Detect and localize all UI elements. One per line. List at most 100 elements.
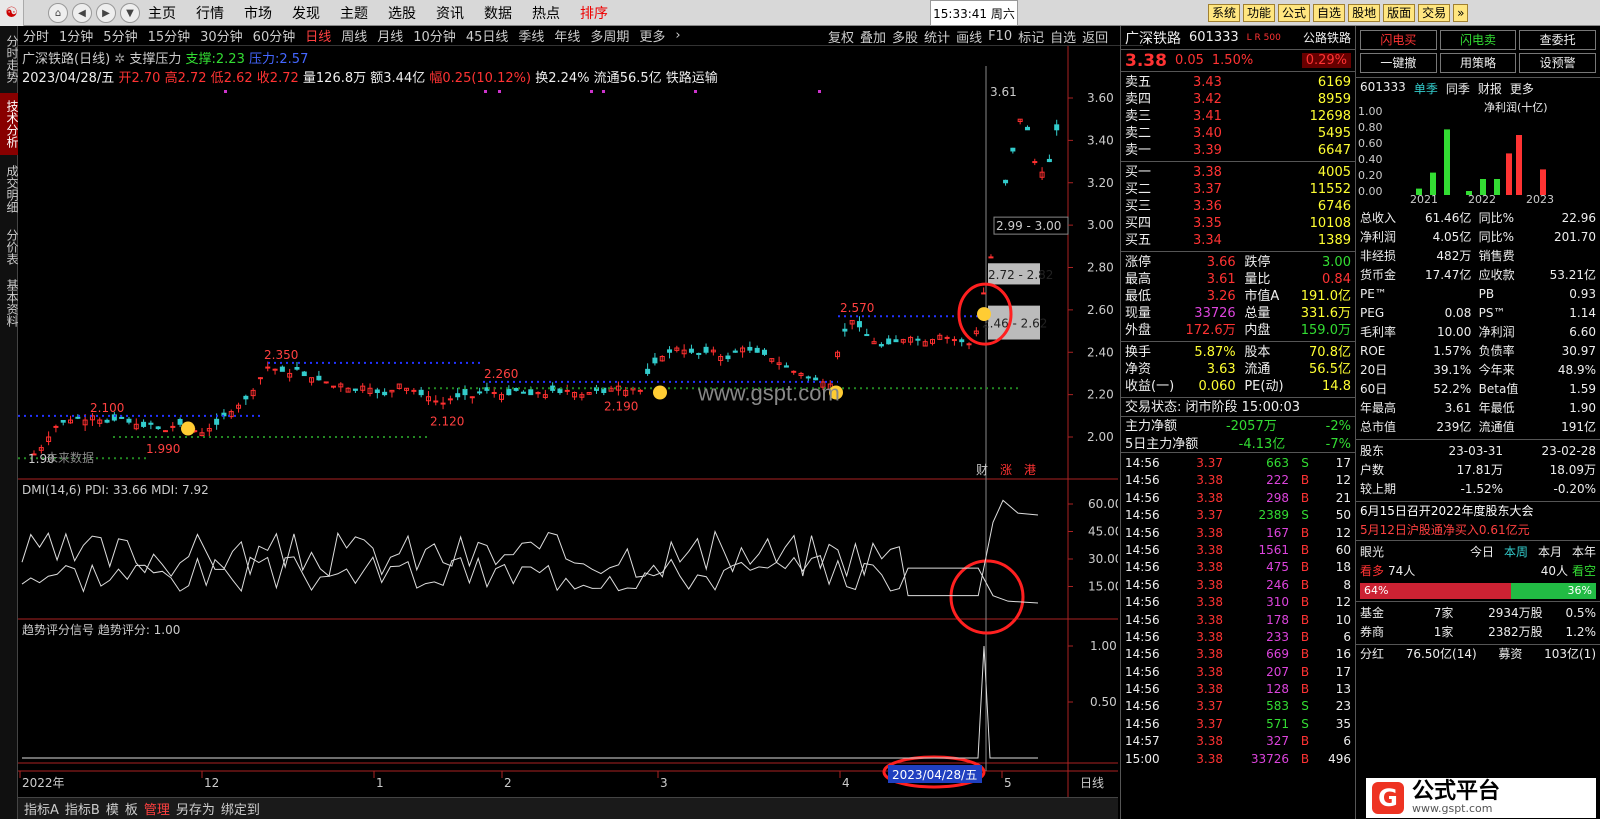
period-tab-2[interactable]: 5分钟 [103,26,137,45]
stat-value: 5.87% [1194,345,1236,360]
dropdown-icon[interactable]: ▼ [120,3,140,23]
period-tab-10[interactable]: 45日线 [466,26,509,45]
period-tab-8[interactable]: 月线 [377,26,403,45]
ask-row-2[interactable]: 卖三 3.41 12698 [1125,108,1351,125]
eye-tab-0[interactable]: 今日 [1470,543,1494,560]
bottom-tab-0[interactable]: 指标A [24,799,59,818]
bottom-tab-3[interactable]: 板 [125,799,138,818]
trade-button-0[interactable]: 闪电买 [1360,30,1437,50]
candle-body [257,377,263,380]
bid-row-4[interactable]: 买五 3.34 1389 [1125,232,1351,249]
toolbar-btn-6[interactable]: 标记 [1018,27,1044,46]
bid-row-0[interactable]: 买一 3.38 4005 [1125,164,1351,181]
system-button-1[interactable]: 功能 [1243,4,1276,22]
system-button-2[interactable]: 公式 [1278,4,1311,22]
fin-row-5: PEG 0.08 PS™ 1.14 [1360,304,1596,323]
toolbar-btn-0[interactable]: 复权 [828,27,854,46]
tick-count: 12 [1335,525,1351,540]
toolbar-btn-3[interactable]: 统计 [924,27,950,46]
menu-item-3[interactable]: 发现 [292,3,320,23]
period-tab-1[interactable]: 1分钟 [59,26,93,45]
left-tab-3[interactable]: 分价表 [0,223,19,271]
menu-item-1[interactable]: 行情 [196,3,224,23]
toolbar-btn-4[interactable]: 画线 [956,27,982,46]
menu-item-5[interactable]: 选股 [388,3,416,23]
menu-item-7[interactable]: 数据 [484,3,512,23]
fin-tab-0[interactable]: 单季 [1414,80,1438,97]
left-tab-2[interactable]: 成交明细 [0,158,19,220]
menu-item-4[interactable]: 主题 [340,3,368,23]
system-button-6[interactable]: 交易 [1418,4,1451,22]
system-button-3[interactable]: 自选 [1313,4,1346,22]
quote-price-row: 3.38 0.05 1.50% 0.29% [1121,50,1355,72]
news-item-0[interactable]: 6月15日召开2022年度股东大会 [1356,502,1600,521]
bottom-tab-6[interactable]: 绑定到 [221,799,260,818]
trade-button-1[interactable]: 闪电卖 [1439,30,1517,50]
stat-label: 总量 [1244,306,1271,321]
toolbar-btn-1[interactable]: 叠加 [860,27,886,46]
signal-marker [977,307,991,322]
fin-tab-3[interactable]: 更多 [1510,80,1534,97]
trade-button-5[interactable]: 设预警 [1519,53,1596,73]
bull-pct: 64% [1360,583,1512,599]
eye-tab-1[interactable]: 本周 [1504,543,1528,560]
period-tab-12[interactable]: 年线 [554,26,580,45]
news-item-1[interactable]: 5月12日沪股通净买入0.61亿元 [1356,521,1600,540]
period-tab-5[interactable]: 60分钟 [253,26,296,45]
eye-tab-3[interactable]: 本年 [1572,543,1596,560]
bid-row-1[interactable]: 买二 3.37 11552 [1125,181,1351,198]
ask-row-1[interactable]: 卖四 3.42 8959 [1125,91,1351,108]
period-tab-3[interactable]: 15分钟 [148,26,191,45]
toolbar-btn-8[interactable]: 返回 [1082,27,1108,46]
eye-tab-2[interactable]: 本月 [1538,543,1562,560]
period-tab-6[interactable]: 日线 [305,26,331,45]
system-button-4[interactable]: 股地 [1348,4,1381,22]
menu-item-6[interactable]: 资讯 [436,3,464,23]
ask-row-4[interactable]: 卖一 3.39 6647 [1125,142,1351,159]
period-tab-14[interactable]: 更多 [639,26,665,45]
bottom-tab-1[interactable]: 指标B [65,799,100,818]
fin-tab-2[interactable]: 财报 [1478,80,1502,97]
bid-row-3[interactable]: 买四 3.35 10108 [1125,215,1351,232]
ask-row-3[interactable]: 卖二 3.40 5495 [1125,125,1351,142]
period-tab-11[interactable]: 季线 [518,26,544,45]
menu-item-0[interactable]: 主页 [148,3,176,23]
forward-icon[interactable]: ▶ [96,3,116,23]
app-logo-icon[interactable]: ☯ [0,0,24,26]
left-tab-1[interactable]: 技术分析 [0,93,19,155]
period-more-icon[interactable]: › [675,28,680,43]
menu-item-2[interactable]: 市场 [244,3,272,23]
period-tab-4[interactable]: 30分钟 [200,26,243,45]
period-tab-13[interactable]: 多周期 [590,26,629,45]
quote-sector[interactable]: 公路铁路 [1303,29,1351,46]
period-tab-9[interactable]: 10分钟 [413,26,456,45]
fin-row-6: 毛利率 10.00 净利润 6.60 [1360,323,1596,342]
left-tab-4[interactable]: 基本资料 [0,274,19,332]
system-button-0[interactable]: 系统 [1208,4,1241,22]
bottom-tab-5[interactable]: 另存为 [176,799,215,818]
home-icon[interactable]: ⌂ [48,3,68,23]
system-button-5[interactable]: 版面 [1383,4,1416,22]
tick-side: B [1300,560,1310,575]
menu-item-8[interactable]: 热点 [532,3,560,23]
toolbar-btn-5[interactable]: F10 [988,29,1012,44]
ask-row-0[interactable]: 卖五 3.43 6169 [1125,74,1351,91]
toolbar-btn-7[interactable]: 自选 [1050,27,1076,46]
system-button-7[interactable]: » [1453,4,1469,22]
menu-item-9[interactable]: 排序 [580,3,608,23]
kline-chart[interactable]: 2.100 1.990 2.350 2.260 2.120 2.190 2.570 3.61 1… [18,46,1118,797]
fin-tab-1[interactable]: 同季 [1446,80,1470,97]
trade-button-3[interactable]: 一键撤 [1360,53,1437,73]
toolbar-btn-2[interactable]: 多股 [892,27,918,46]
bid-row-2[interactable]: 买三 3.36 6746 [1125,198,1351,215]
back-icon[interactable]: ◀ [72,3,92,23]
fin-label: 60日 [1360,382,1388,396]
bottom-tab-4[interactable]: 管理 [144,799,170,818]
period-tab-0[interactable]: 分时 [23,26,49,45]
bottom-tab-2[interactable]: 模 [106,799,119,818]
period-tab-7[interactable]: 周线 [341,26,367,45]
left-tab-0[interactable]: 分时走势 [0,28,19,90]
trade-button-2[interactable]: 查委托 [1519,30,1596,50]
trade-button-4[interactable]: 用策略 [1439,53,1517,73]
stat-value: 14.8 [1322,379,1351,394]
